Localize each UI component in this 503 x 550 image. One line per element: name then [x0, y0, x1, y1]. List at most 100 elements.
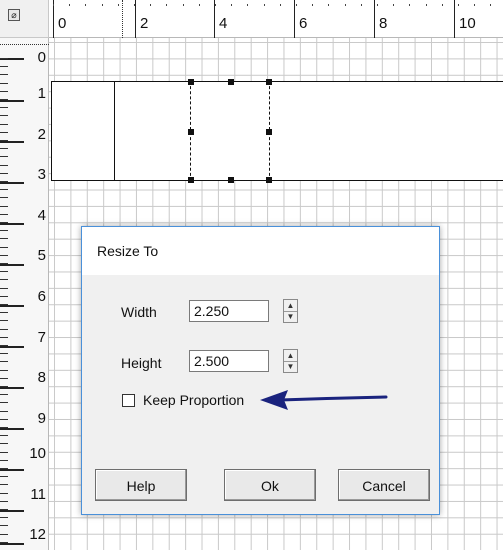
- ruler-minor-tick: [0, 509, 8, 510]
- ruler-minor-tick: [0, 451, 8, 453]
- dialog-title-bar[interactable]: Resize To: [82, 227, 439, 275]
- ruler-minor-tick: [0, 435, 8, 437]
- ruler-minor-tick: [490, 4, 492, 6]
- ruler-minor-tick: [0, 312, 8, 314]
- ruler-minor-tick: [0, 320, 8, 322]
- ruler-label-v-3: 3: [37, 166, 46, 183]
- resize-handle[interactable]: [228, 79, 234, 85]
- ruler-major-tick: [0, 346, 24, 348]
- ruler-minor-tick: [182, 4, 184, 6]
- ruler-minor-tick: [441, 4, 443, 6]
- ruler-minor-tick: [360, 4, 362, 6]
- ruler-minor-tick: [0, 222, 8, 223]
- ruler-minor-tick: [0, 115, 8, 117]
- ruler-minor-tick: [296, 4, 297, 6]
- ruler-major-tick: [0, 543, 24, 545]
- keep-proportion-label[interactable]: Keep Proportion: [143, 392, 244, 408]
- ruler-minor-tick: [69, 4, 71, 6]
- ruler-minor-tick: [0, 156, 8, 158]
- resize-handle[interactable]: [188, 79, 194, 85]
- horizontal-ruler: 0 2 4 6 8 10: [49, 0, 503, 38]
- height-input[interactable]: [189, 350, 269, 372]
- help-button[interactable]: Help: [95, 469, 187, 501]
- resize-dialog: Resize To Width ▲ ▼ Height ▲ ▼ Keep Prop…: [81, 226, 440, 515]
- ruler-minor-tick: [0, 328, 8, 330]
- band-divider: [114, 82, 115, 180]
- ruler-minor-tick: [0, 402, 8, 404]
- ruler-minor-tick: [0, 189, 8, 191]
- resize-handle[interactable]: [188, 177, 194, 183]
- ruler-minor-tick: [0, 213, 8, 215]
- ruler-minor-tick: [53, 4, 54, 6]
- ruler-minor-tick: [0, 377, 8, 379]
- spin-down-icon[interactable]: ▼: [284, 361, 297, 372]
- spin-down-icon[interactable]: ▼: [284, 311, 297, 322]
- height-spinner[interactable]: ▲ ▼: [283, 349, 298, 373]
- ruler-minor-tick: [0, 140, 8, 141]
- ruler-minor-tick: [231, 4, 233, 6]
- ruler-minor-tick: [150, 4, 152, 6]
- ruler-label-v-12: 12: [29, 526, 46, 543]
- ruler-label-v-6: 6: [37, 288, 46, 305]
- ruler-minor-tick: [0, 90, 8, 92]
- ruler-minor-tick: [0, 287, 8, 289]
- ruler-minor-tick: [279, 4, 281, 6]
- ruler-label-v-7: 7: [37, 329, 46, 346]
- width-input[interactable]: [189, 300, 269, 322]
- ruler-minor-tick: [198, 4, 200, 6]
- ruler-minor-tick: [0, 238, 8, 240]
- ruler-label-v-4: 4: [37, 207, 46, 224]
- ruler-major-tick: [0, 387, 24, 389]
- ruler-minor-tick: [377, 4, 378, 6]
- ok-button[interactable]: Ok: [224, 469, 316, 501]
- ruler-minor-tick: [0, 427, 8, 428]
- ruler-minor-tick: [0, 492, 8, 494]
- ruler-minor-tick: [0, 82, 8, 84]
- report-band[interactable]: [51, 81, 503, 181]
- width-spinner[interactable]: ▲ ▼: [283, 299, 298, 323]
- ruler-label-h-8: 8: [379, 15, 388, 32]
- resize-handle[interactable]: [266, 79, 272, 85]
- ruler-minor-tick: [312, 4, 314, 6]
- width-label: Width: [121, 304, 157, 320]
- ruler-minor-tick: [0, 246, 8, 248]
- ruler-corner[interactable]: ⌀: [0, 0, 49, 38]
- keep-proportion-checkbox[interactable]: [122, 394, 135, 407]
- resize-handle[interactable]: [266, 129, 272, 135]
- ruler-major-tick: [294, 0, 295, 38]
- ruler-major-tick: [0, 264, 24, 266]
- cancel-button[interactable]: Cancel: [338, 469, 430, 501]
- ruler-label-v-8: 8: [37, 369, 46, 386]
- ruler-minor-tick: [0, 197, 8, 199]
- ruler-major-tick: [0, 510, 24, 512]
- ruler-label-v-9: 9: [37, 410, 46, 427]
- selected-object[interactable]: [188, 79, 272, 183]
- ruler-minor-tick: [425, 4, 427, 6]
- ruler-label-v-10: 10: [29, 445, 46, 462]
- ruler-minor-tick: [0, 304, 8, 305]
- ruler-label-v-5: 5: [37, 247, 46, 264]
- ruler-minor-tick: [0, 476, 8, 478]
- ruler-minor-tick: [263, 4, 265, 6]
- ruler-minor-tick: [393, 4, 395, 6]
- resize-handle[interactable]: [188, 129, 194, 135]
- ruler-minor-tick: [0, 254, 8, 256]
- ruler-settings-icon[interactable]: ⌀: [8, 9, 20, 21]
- resize-handle[interactable]: [266, 177, 272, 183]
- ruler-minor-tick: [474, 4, 476, 6]
- ruler-label-v-2: 2: [37, 126, 46, 143]
- ruler-minor-tick: [0, 500, 8, 502]
- ruler-minor-tick: [0, 443, 8, 445]
- ruler-minor-tick: [328, 4, 330, 6]
- ruler-major-tick: [135, 0, 136, 38]
- ruler-minor-tick: [85, 4, 87, 6]
- resize-handle[interactable]: [228, 177, 234, 183]
- ruler-label-v-1: 1: [37, 85, 46, 102]
- ruler-minor-tick: [0, 164, 8, 166]
- ruler-minor-tick: [409, 4, 411, 6]
- ruler-minor-tick: [0, 181, 8, 182]
- ruler-minor-tick: [0, 271, 8, 273]
- ruler-minor-tick: [458, 4, 459, 6]
- ruler-minor-tick: [0, 468, 8, 469]
- ruler-label-h-6: 6: [299, 15, 308, 32]
